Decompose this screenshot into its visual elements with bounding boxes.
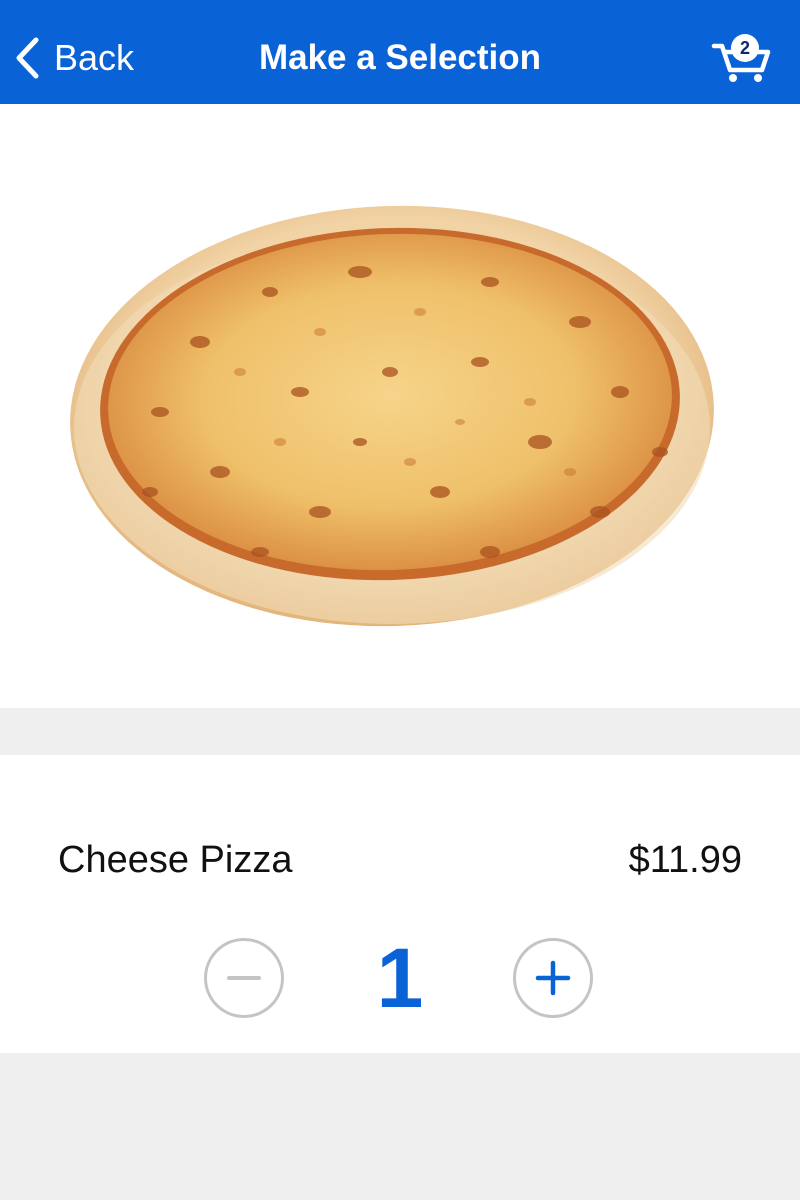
pizza-image [70, 205, 714, 627]
cart-count-badge: 2 [731, 34, 759, 62]
product-image-area [0, 104, 800, 708]
chevron-left-icon [14, 36, 40, 80]
product-name: Cheese Pizza [58, 839, 293, 881]
navigation-bar: Back Make a Selection 2 [0, 0, 800, 104]
product-price: $11.99 [628, 839, 742, 881]
cart-button[interactable]: 2 [710, 34, 772, 82]
product-details-card: Cheese Pizza $11.99 1 [0, 755, 800, 1053]
decrease-quantity-button[interactable] [204, 938, 284, 1018]
increase-quantity-button[interactable] [513, 938, 593, 1018]
quantity-stepper: 1 [0, 931, 800, 1025]
quantity-value: 1 [376, 931, 424, 1025]
back-label: Back [54, 37, 135, 78]
back-button[interactable]: Back [14, 30, 134, 86]
